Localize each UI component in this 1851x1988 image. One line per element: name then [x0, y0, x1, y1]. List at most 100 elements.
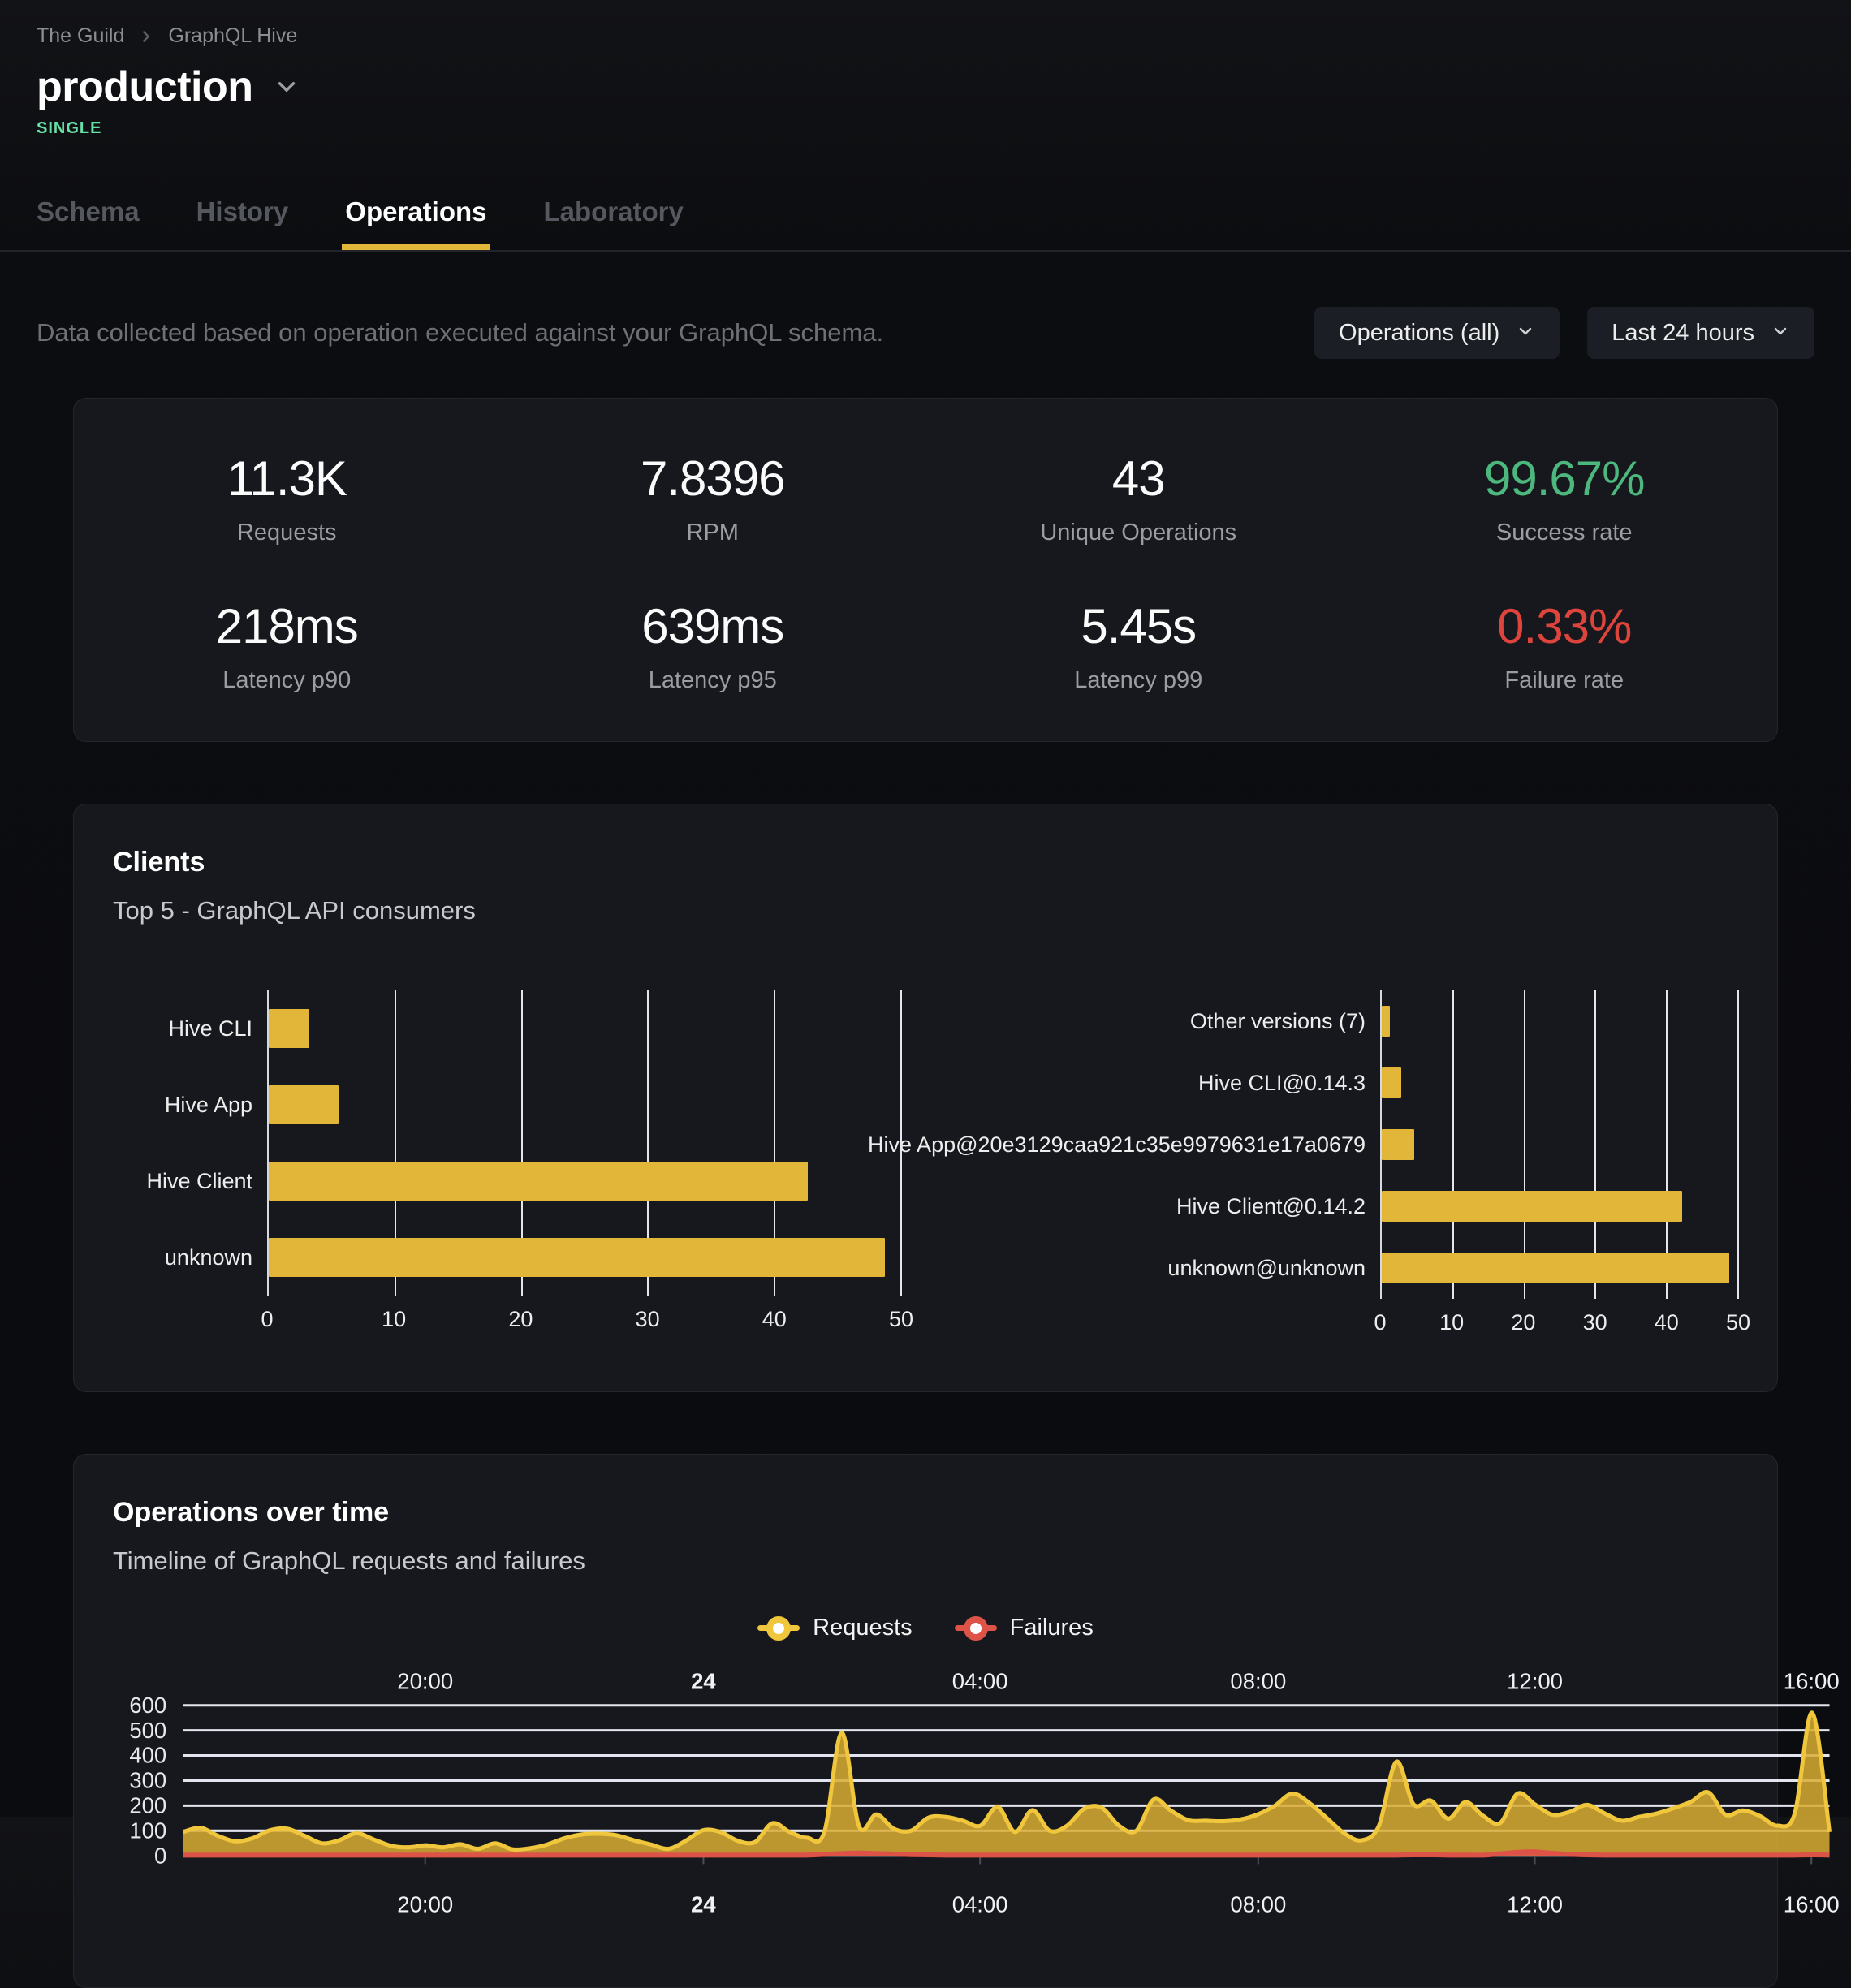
y-tick-label: 100: [129, 1818, 166, 1843]
operations-over-time-card: Operations over time Timeline of GraphQL…: [73, 1454, 1778, 1988]
chevron-down-icon: [273, 73, 300, 101]
x-tick-label-bottom: 24: [691, 1891, 716, 1917]
stat-label: Unique Operations: [1040, 520, 1236, 546]
bar: [269, 1009, 309, 1048]
bar-plot: [1380, 990, 1738, 1299]
legend-item-failures[interactable]: Failures: [955, 1615, 1094, 1641]
bar: [1382, 1006, 1390, 1037]
y-tick-label: 400: [129, 1743, 166, 1768]
x-tick-label: 50: [1726, 1310, 1750, 1335]
stat-value: 43: [1112, 451, 1165, 507]
filter-dropdown-last-24-hours[interactable]: Last 24 hours: [1587, 307, 1814, 359]
bar-plot: [267, 990, 901, 1296]
clients-card-subtitle: Top 5 - GraphQL API consumers: [113, 896, 1738, 925]
timeline-card-title: Operations over time: [113, 1497, 1738, 1529]
stat-label: Latency p90: [222, 667, 351, 694]
main-content: Data collected based on operation execut…: [0, 307, 1851, 1988]
chevron-right-icon: [137, 28, 155, 45]
y-tick-label: 0: [154, 1843, 166, 1868]
tab-operations[interactable]: Operations: [345, 196, 486, 250]
breadcrumb-item-the-guild[interactable]: The Guild: [37, 24, 124, 48]
x-tick-label-top: 24: [691, 1668, 716, 1693]
bar-row: [1382, 1114, 1738, 1175]
clients-card: Clients Top 5 - GraphQL API consumers Hi…: [73, 804, 1778, 1392]
x-tick-label-bottom: 16:00: [1784, 1891, 1840, 1917]
bar-category-label: Other versions (7): [950, 990, 1380, 1052]
tab-schema[interactable]: Schema: [37, 196, 140, 250]
bar-row: [269, 1143, 901, 1219]
x-tick-label: 10: [382, 1307, 406, 1332]
tab-laboratory[interactable]: Laboratory: [543, 196, 683, 250]
x-tick-label-top: 20:00: [397, 1668, 453, 1693]
x-tick-label-top: 12:00: [1507, 1668, 1563, 1693]
target-selector-dropdown[interactable]: [273, 73, 300, 101]
bar-labels: Other versions (7)Hive CLI@0.14.3Hive Ap…: [950, 990, 1380, 1299]
clients-by-name-bar-chart: Hive CLIHive AppHive Clientunknown 0 10 20…: [113, 990, 901, 1346]
bar-category-label: Hive App: [113, 1067, 267, 1143]
legend-label: Failures: [1010, 1615, 1094, 1641]
stat-value: 0.33%: [1497, 598, 1631, 654]
bar-category-label: Hive Client: [113, 1143, 267, 1219]
bar-xaxis: 01020304050: [267, 1307, 901, 1343]
x-tick-label: 0: [1374, 1310, 1386, 1335]
x-tick-label-bottom: 08:00: [1230, 1891, 1286, 1917]
breadcrumb: The Guild GraphQL Hive: [37, 0, 1814, 48]
y-tick-label: 600: [129, 1693, 166, 1718]
x-tick-label-bottom: 20:00: [397, 1891, 453, 1917]
x-tick-label-top: 16:00: [1784, 1668, 1840, 1693]
bar: [1382, 1253, 1729, 1283]
stat-latency-p95: 639msLatency p95: [500, 598, 926, 694]
tab-bar: Schema History Operations Laboratory: [37, 196, 1814, 250]
x-tick-label: 30: [636, 1307, 660, 1332]
client-charts-row: Hive CLIHive AppHive Clientunknown 0 10 20…: [113, 990, 1738, 1346]
operations-dashboard-page: The GuildGraphQL Hive production SINGLE …: [0, 0, 1851, 1817]
bar-category-label: unknown: [113, 1219, 267, 1296]
stat-success-rate: 99.67%Success rate: [1352, 451, 1778, 546]
bar: [1382, 1129, 1414, 1160]
bar-row: [1382, 1237, 1738, 1299]
bar: [1382, 1191, 1682, 1222]
tab-history[interactable]: History: [196, 196, 289, 250]
bar-row: [269, 990, 901, 1067]
x-tick-label-bottom: 12:00: [1507, 1891, 1563, 1917]
bar-category-label: Hive CLI: [113, 990, 267, 1067]
chevron-down-icon: [1516, 319, 1535, 347]
clients-card-title: Clients: [113, 847, 1738, 878]
bar-labels: Hive CLIHive AppHive Clientunknown: [113, 990, 267, 1296]
x-tick-label: 20: [1511, 1310, 1535, 1335]
timeline-chart: 010020030040050060020:0020:00242404:0004…: [113, 1666, 1850, 1942]
x-tick-label: 20: [508, 1307, 533, 1332]
stat-value: 5.45s: [1081, 598, 1196, 654]
filter-dropdown-label: Last 24 hours: [1612, 320, 1754, 347]
bar: [1382, 1067, 1401, 1098]
filter-dropdown-operations-all-[interactable]: Operations (all): [1314, 307, 1560, 359]
requests-area: [183, 1713, 1830, 1856]
x-tick-label: 40: [762, 1307, 787, 1332]
breadcrumb-item-graphql-hive[interactable]: GraphQL Hive: [168, 24, 297, 48]
x-tick-label-top: 04:00: [952, 1668, 1008, 1693]
legend-item-requests[interactable]: Requests: [757, 1615, 913, 1641]
stat-rpm: 7.8396RPM: [500, 451, 926, 546]
x-tick-label-top: 08:00: [1230, 1668, 1286, 1693]
stat-value: 218ms: [216, 598, 358, 654]
legend-swatch-icon: [757, 1625, 800, 1631]
bar-row: [269, 1219, 901, 1296]
page-title: production: [37, 63, 253, 111]
bar-category-label: Hive Client@0.14.2: [950, 1175, 1380, 1237]
bar-category-label: Hive CLI@0.14.3: [950, 1052, 1380, 1114]
x-tick-label: 0: [261, 1307, 273, 1332]
stat-label: Requests: [237, 520, 337, 546]
x-tick-label: 30: [1583, 1310, 1607, 1335]
stat-latency-p90: 218ms Latency p90: [74, 598, 500, 694]
x-tick-label: 10: [1439, 1310, 1464, 1335]
bar-row: [1382, 990, 1738, 1052]
stat-unique-operations: 43 Unique Operations: [926, 451, 1352, 546]
toolbar: Data collected based on operation execut…: [37, 307, 1814, 359]
y-tick-label: 200: [129, 1793, 166, 1818]
bar: [269, 1238, 885, 1277]
stats-summary-card: 11.3KRequests7.8396RPM43Unique Operation…: [73, 398, 1778, 742]
legend-swatch-icon: [955, 1625, 997, 1631]
timeline-card-subtitle: Timeline of GraphQL requests and failure…: [113, 1546, 1738, 1576]
stat-latency-p99: 5.45sLatency p99: [926, 598, 1352, 694]
stat-label: Failure rate: [1504, 667, 1624, 694]
